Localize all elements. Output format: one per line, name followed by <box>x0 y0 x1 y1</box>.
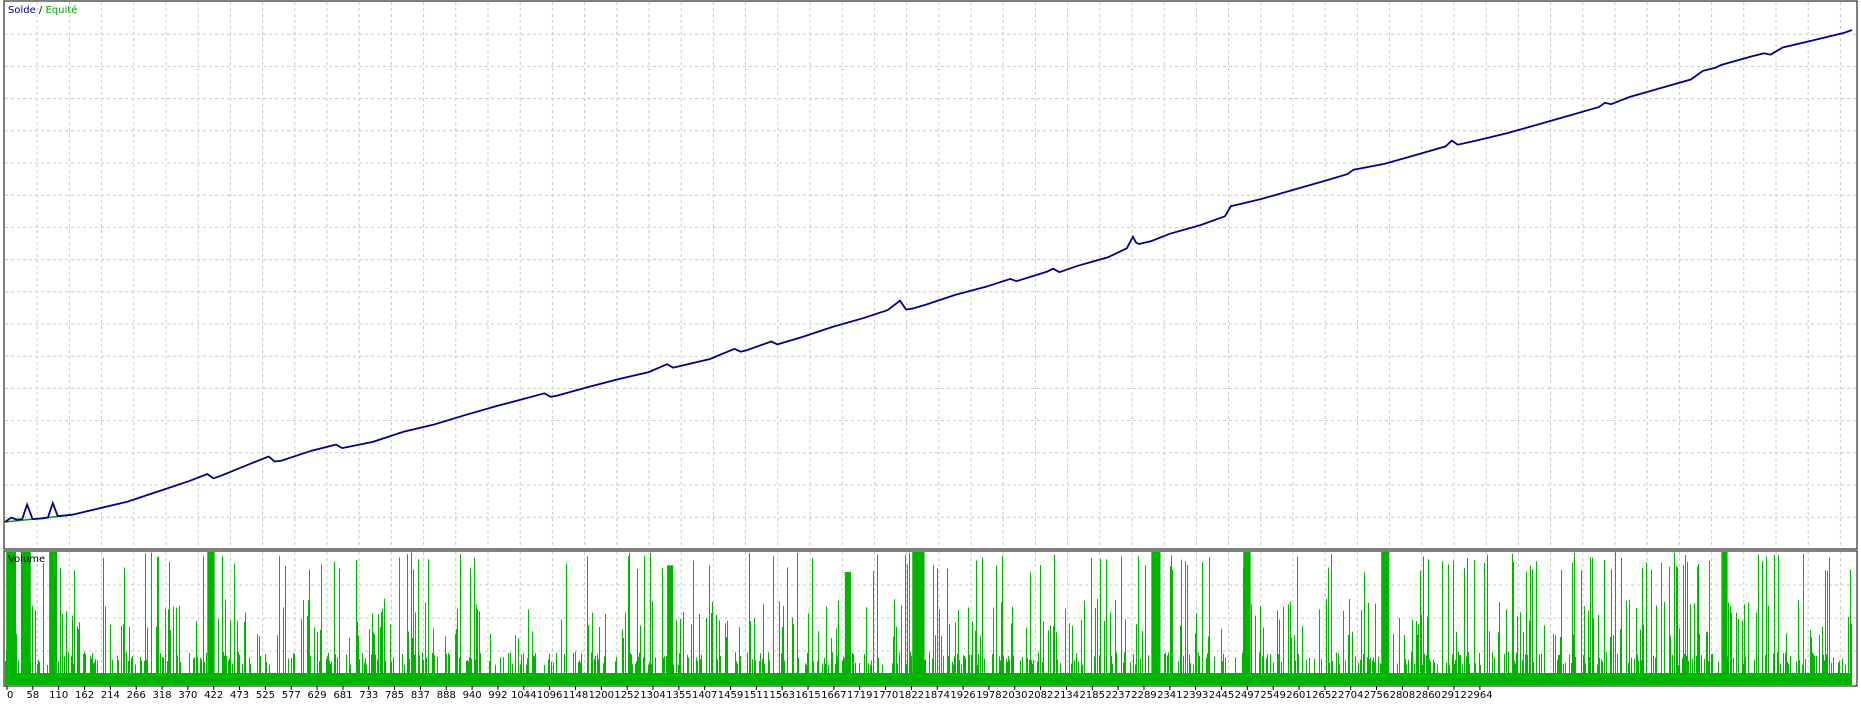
x-tick-label: 525 <box>256 690 275 701</box>
volume-band <box>49 552 58 685</box>
chart-svg: Solde / Equité Volume 0 58 110 162 214 266 318… <box>0 0 1861 702</box>
legend-balance-label: Solde <box>8 5 36 16</box>
x-tick-label: 1978 <box>976 690 1001 701</box>
x-tick-label: 1459 <box>718 690 743 701</box>
x-tick-label: 1615 <box>795 690 820 701</box>
x-tick-label: 2134 <box>1054 690 1079 701</box>
x-tick-label: 837 <box>411 690 430 701</box>
x-tick-label: 2185 <box>1080 690 1105 701</box>
volume-band <box>207 552 215 685</box>
x-tick-label: 785 <box>385 690 404 701</box>
x-tick-label: 2601 <box>1286 690 1311 701</box>
x-tick-label: 2756 <box>1364 690 1389 701</box>
x-tick-label: 2289 <box>1131 690 1156 701</box>
x-tick-label: 2808 <box>1390 690 1415 701</box>
x-tick-label: 1667 <box>821 690 846 701</box>
x-tick-label: 1407 <box>692 690 717 701</box>
x-tick-label: 162 <box>75 690 94 701</box>
x-tick-label: 940 <box>463 690 482 701</box>
x-tick-label: 1044 <box>511 690 536 701</box>
x-tick-label: 2549 <box>1260 690 1285 701</box>
x-tick-label: 58 <box>26 690 39 701</box>
x-tick-label: 2704 <box>1338 690 1363 701</box>
x-tick-label: 2964 <box>1467 690 1492 701</box>
x-tick-label: 1874 <box>925 690 950 701</box>
x-tick-label: 2445 <box>1209 690 1234 701</box>
x-tick-label: 2497 <box>1235 690 1260 701</box>
x-tick-label: 1200 <box>589 690 614 701</box>
volume-band <box>912 552 925 685</box>
volume-band <box>20 552 31 685</box>
volume-band <box>6 552 17 685</box>
x-tick-label: 1252 <box>614 690 639 701</box>
x-tick-label: 2912 <box>1441 690 1466 701</box>
x-tick-label: 370 <box>178 690 197 701</box>
x-tick-label: 2341 <box>1157 690 1182 701</box>
x-tick-label: 318 <box>152 690 171 701</box>
x-tick-label: 681 <box>333 690 352 701</box>
x-tick-label: 214 <box>101 690 120 701</box>
x-tick-label: 2082 <box>1028 690 1053 701</box>
x-tick-label: 1304 <box>640 690 665 701</box>
x-tick-label: 2652 <box>1312 690 1337 701</box>
legend: Solde / Equité <box>8 4 77 16</box>
x-tick-label: 1355 <box>666 690 691 701</box>
volume-band <box>1151 552 1161 685</box>
x-tick-label: 577 <box>282 690 301 701</box>
volume-band <box>667 565 674 685</box>
x-tick-label: 733 <box>359 690 378 701</box>
volume-band <box>1243 552 1251 685</box>
x-tick-label: 992 <box>488 690 507 701</box>
x-tick-label: 422 <box>204 690 223 701</box>
volume-label: Volume <box>8 554 45 565</box>
volume-band <box>844 571 851 685</box>
x-tick-label: 2860 <box>1415 690 1440 701</box>
x-tick-label: 1563 <box>769 690 794 701</box>
x-tick-label: 1096 <box>537 690 562 701</box>
volume-band <box>1381 552 1390 685</box>
x-tick-label: 1926 <box>950 690 975 701</box>
x-tick-label: 2393 <box>1183 690 1208 701</box>
x-tick-label: 110 <box>49 690 68 701</box>
x-tick-label: 1822 <box>899 690 924 701</box>
x-tick-label: 473 <box>230 690 249 701</box>
x-tick-label: 2030 <box>1002 690 1027 701</box>
x-tick-label: 266 <box>127 690 146 701</box>
legend-separator: / <box>36 5 46 16</box>
volume-band <box>1721 552 1728 685</box>
legend-equity-label: Equité <box>45 4 77 16</box>
x-tick-label: 629 <box>308 690 327 701</box>
x-tick-label: 2237 <box>1105 690 1130 701</box>
x-tick-label: 1770 <box>873 690 898 701</box>
backtest-chart: Solde / Equité Volume 0 58 110 162 214 266 318… <box>0 0 1861 702</box>
x-tick-label: 1719 <box>847 690 872 701</box>
x-tick-label: 1511 <box>744 690 769 701</box>
x-tick-label: 888 <box>437 690 456 701</box>
x-tick-label: 0 <box>7 690 13 701</box>
x-tick-label: 1148 <box>563 690 588 701</box>
